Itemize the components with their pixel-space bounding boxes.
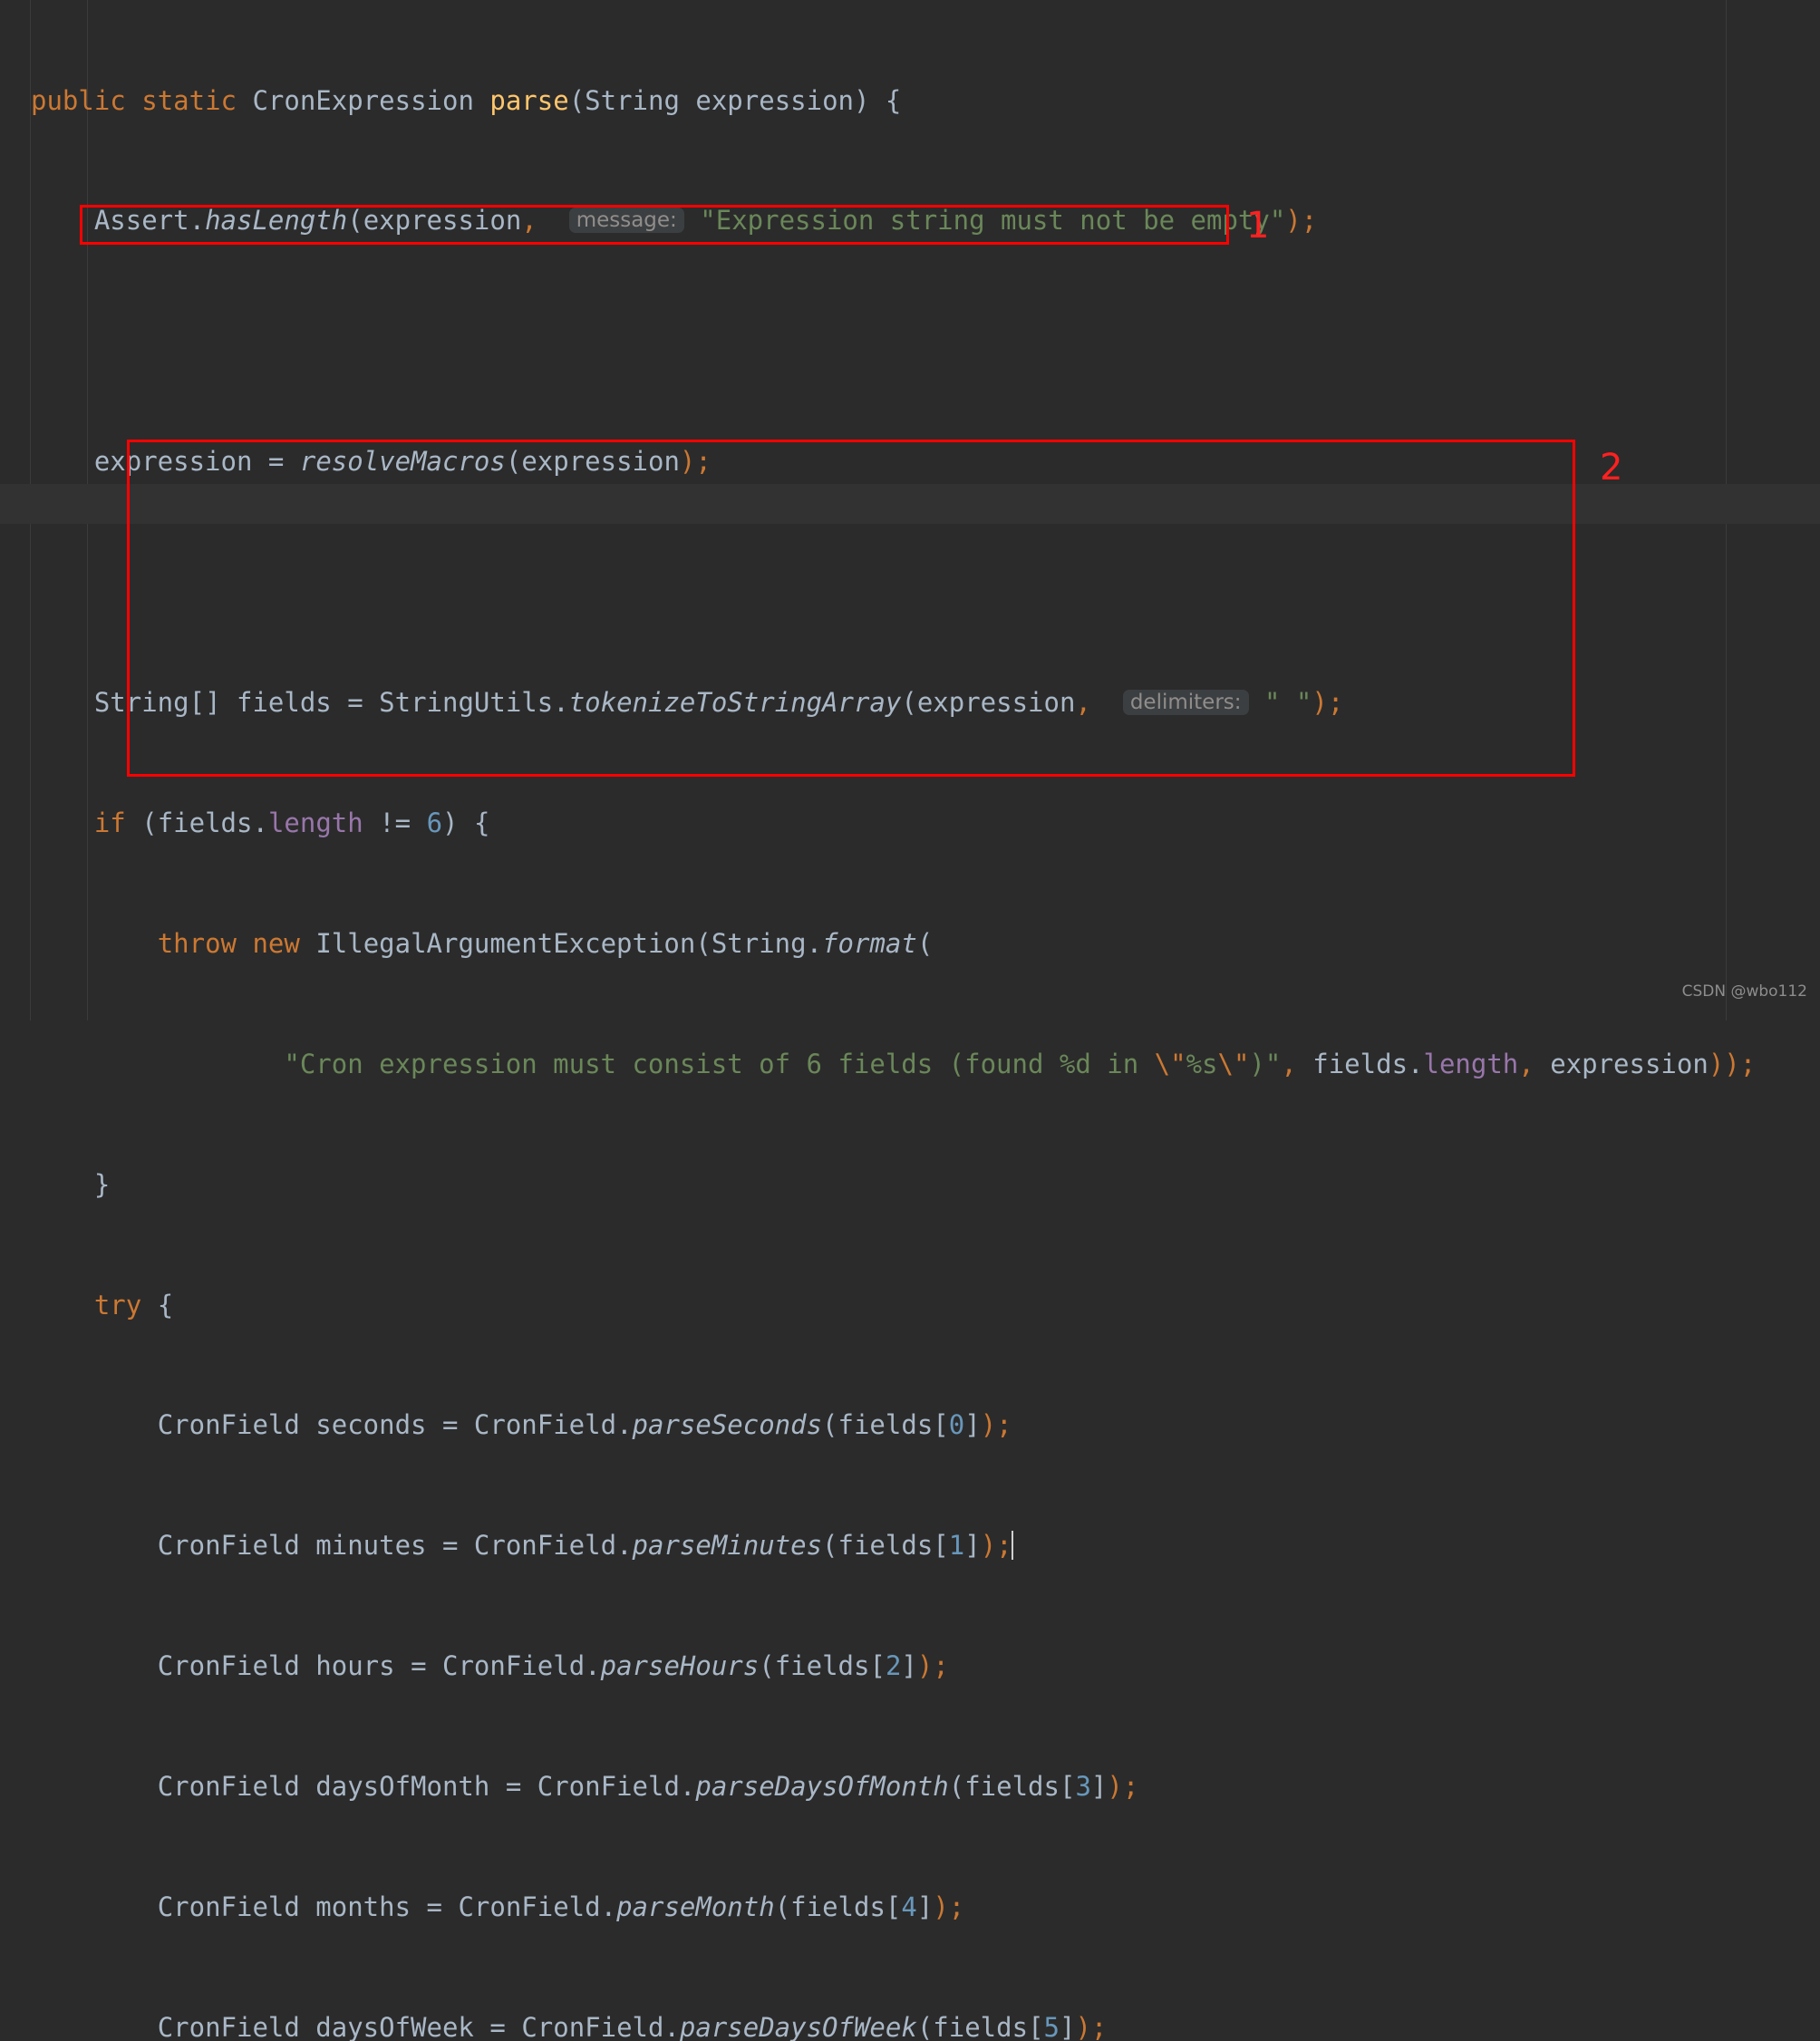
text-caret — [1011, 1531, 1013, 1561]
code-line[interactable]: CronField hours = CronField.parseHours(f… — [0, 1646, 1820, 1686]
code-line-annotated-1[interactable]: String[] fields = StringUtils.tokenizeTo… — [0, 682, 1820, 722]
annotation-label-1: 1 — [1246, 205, 1270, 247]
code-editor[interactable]: public static CronExpression parse(Strin… — [0, 0, 1820, 2041]
code-line-blank[interactable] — [0, 321, 1820, 361]
code-line[interactable]: throw new IllegalArgumentException(Strin… — [0, 924, 1820, 963]
code-line[interactable]: Assert.hasLength(expression, message: "E… — [0, 200, 1820, 240]
csdn-watermark: CSDN @wbo112 — [1681, 982, 1807, 1001]
code-line[interactable]: CronField daysOfMonth = CronField.parseD… — [0, 1766, 1820, 1806]
code-line-blank[interactable] — [0, 562, 1820, 602]
code-line[interactable]: } — [0, 1165, 1820, 1204]
inlay-hint-message[interactable]: message: — [568, 208, 684, 234]
code-line[interactable]: CronField daysOfWeek = CronField.parseDa… — [0, 2007, 1820, 2041]
code-line[interactable]: CronField months = CronField.parseMonth(… — [0, 1887, 1820, 1927]
code-content[interactable]: public static CronExpression parse(Strin… — [0, 0, 1820, 2041]
code-line[interactable]: public static CronExpression parse(Strin… — [0, 81, 1820, 121]
code-line[interactable]: "Cron expression must consist of 6 field… — [0, 1044, 1820, 1084]
inlay-hint-delimiters[interactable]: delimiters: — [1122, 690, 1249, 716]
code-line[interactable]: if (fields.length != 6) { — [0, 803, 1820, 843]
code-line-annotated-2[interactable]: CronField seconds = CronField.parseSecon… — [0, 1405, 1820, 1445]
code-line-caret[interactable]: CronField minutes = CronField.parseMinut… — [0, 1525, 1820, 1565]
annotation-label-2: 2 — [1600, 447, 1623, 488]
code-line[interactable]: expression = resolveMacros(expression); — [0, 441, 1820, 481]
code-line[interactable]: try { — [0, 1285, 1820, 1325]
